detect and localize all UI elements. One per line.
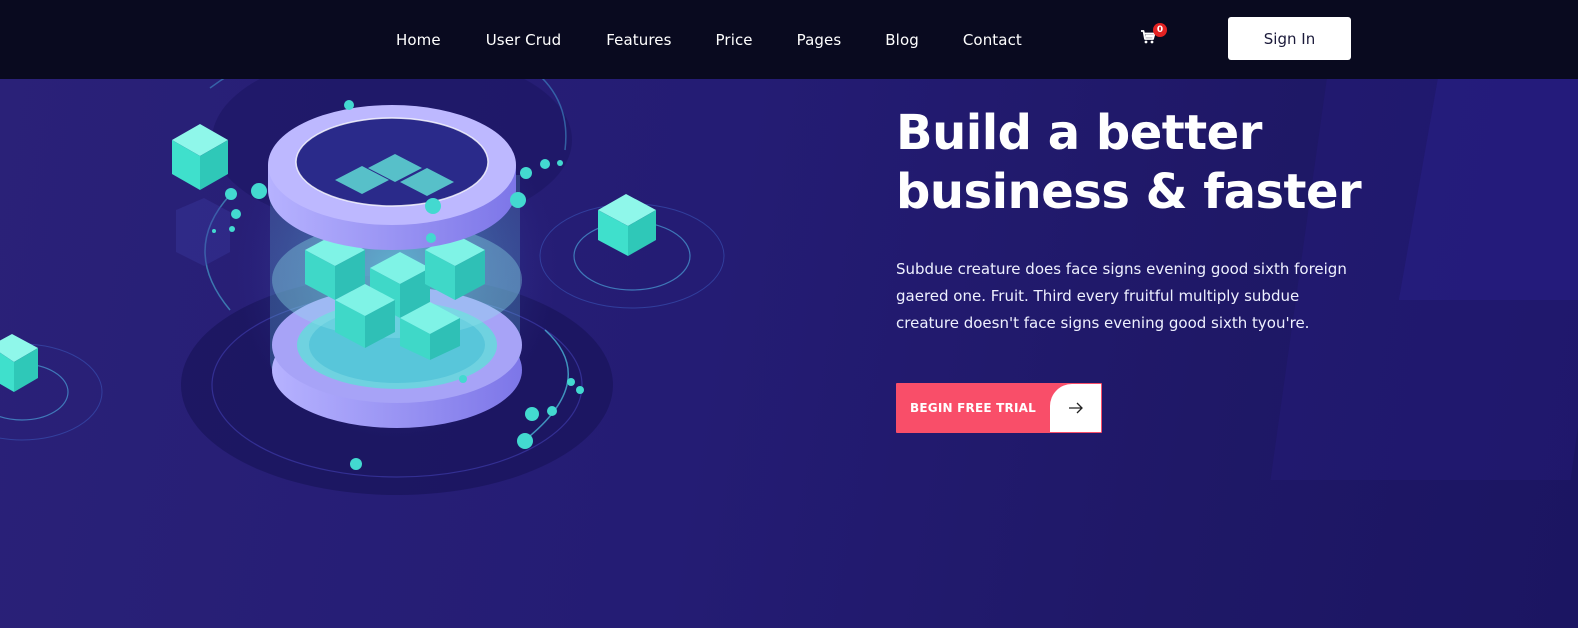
- nav-features[interactable]: Features: [606, 31, 671, 49]
- floating-cube: [0, 334, 103, 441]
- floating-cube: [172, 124, 230, 266]
- cart-count-badge: 0: [1153, 23, 1167, 37]
- hero-title-line: Build a better: [896, 105, 1262, 161]
- hero-title-line: business & faster: [896, 164, 1362, 220]
- nav-blog[interactable]: Blog: [885, 31, 919, 49]
- nav-price[interactable]: Price: [716, 31, 753, 49]
- floating-cube: [539, 194, 725, 309]
- hero-illustration: [0, 34, 725, 495]
- nav-user-crud[interactable]: User Crud: [486, 31, 562, 49]
- hero-description: Subdue creature does face signs evening …: [896, 260, 1347, 332]
- nav-contact[interactable]: Contact: [963, 31, 1022, 49]
- cta-label: BEGIN FREE TRIAL: [910, 401, 1036, 415]
- hero-title: Build a better business & faster: [896, 104, 1516, 222]
- arrow-right-icon[interactable]: [1050, 384, 1101, 432]
- main-nav: Home User Crud Features Price Pages Blog…: [396, 0, 1022, 79]
- navbar: Home User Crud Features Price Pages Blog…: [0, 0, 1578, 79]
- nav-pages[interactable]: Pages: [797, 31, 842, 49]
- sign-in-button[interactable]: Sign In: [1228, 17, 1351, 60]
- nav-home[interactable]: Home: [396, 31, 441, 49]
